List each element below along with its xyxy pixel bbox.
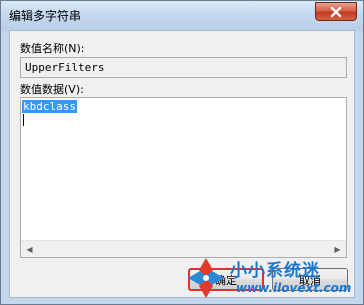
close-icon — [330, 6, 342, 17]
watermark-url: www.ilovext.com — [236, 281, 352, 295]
site-watermark: 小小系统迷 www.ilovext.com — [186, 254, 364, 305]
value-name-label: 数值名称(N): — [20, 42, 85, 55]
value-data-label: 数值数据(V): — [20, 83, 84, 96]
watermark-title: 小小系统迷 — [230, 261, 320, 281]
text-caret — [23, 114, 24, 126]
window-title: 编辑多字符串 — [9, 9, 82, 23]
pinwheel-logo-icon — [188, 258, 224, 298]
selected-value-text: kbdclass — [22, 100, 77, 113]
title-bar[interactable]: 编辑多字符串 — [1, 1, 363, 30]
chevron-left-icon[interactable]: ◀ — [21, 241, 38, 257]
value-name-field: UpperFilters — [20, 57, 347, 78]
close-button[interactable] — [315, 2, 357, 21]
value-data-textarea[interactable]: kbdclass ◀ ▶ — [20, 97, 347, 258]
